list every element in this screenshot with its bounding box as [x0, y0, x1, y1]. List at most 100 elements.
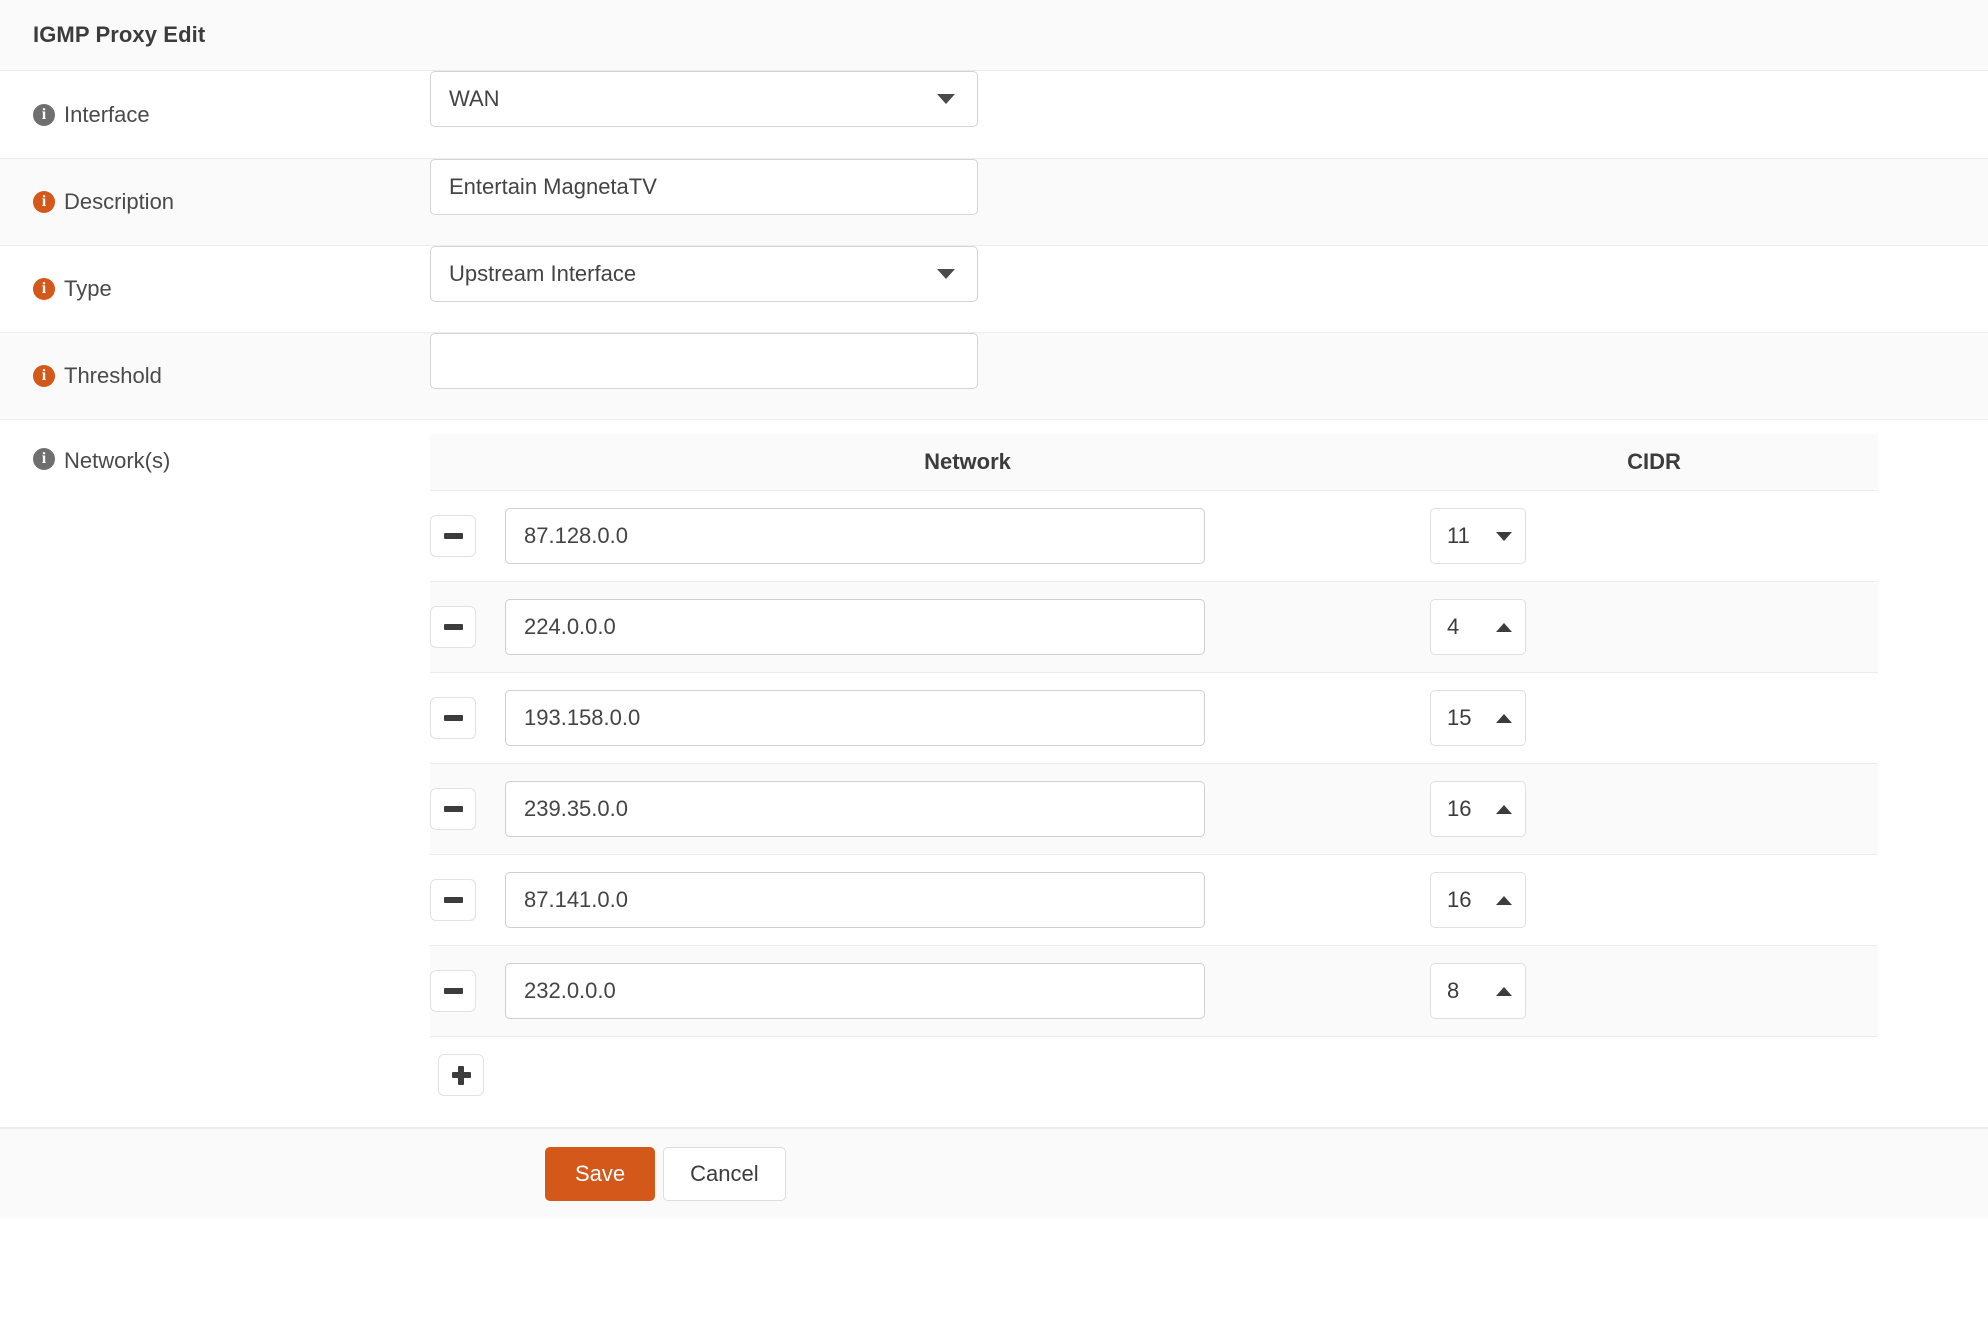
cell-cidr: 8 — [1430, 946, 1878, 1037]
info-icon-threshold[interactable]: i — [33, 365, 55, 387]
page-title: IGMP Proxy Edit — [33, 22, 205, 48]
minus-icon — [444, 533, 463, 539]
add-network-button[interactable] — [438, 1054, 484, 1096]
remove-network-button[interactable] — [430, 606, 476, 648]
column-header-action — [430, 434, 505, 491]
type-label: Type — [64, 276, 112, 302]
minus-icon — [444, 897, 463, 903]
cell-action — [430, 491, 505, 582]
column-header-network: Network — [505, 434, 1430, 491]
cell-cidr: 4 — [1430, 582, 1878, 673]
table-row: 239.35.0.0 16 — [430, 764, 1878, 855]
description-label-cell: i Description — [0, 159, 430, 245]
cell-action — [430, 673, 505, 764]
networks-table: Network CIDR 87.128.0.011224.0.0.04193.1… — [430, 434, 1878, 1037]
cidr-select[interactable]: 15 — [1430, 690, 1526, 746]
chevron-down-icon — [937, 269, 955, 279]
cell-action — [430, 582, 505, 673]
chevron-up-icon — [1496, 714, 1512, 723]
remove-network-button[interactable] — [430, 879, 476, 921]
cidr-select[interactable]: 16 — [1430, 872, 1526, 928]
interface-label-cell: i Interface — [0, 71, 430, 158]
minus-icon — [444, 624, 463, 630]
networks-field-cell: Network CIDR 87.128.0.011224.0.0.04193.1… — [430, 420, 1988, 1127]
network-input[interactable]: 239.35.0.0 — [505, 781, 1205, 837]
table-row: 87.141.0.0 16 — [430, 855, 1878, 946]
description-field-cell: Entertain MagnetaTV — [430, 159, 1988, 215]
minus-icon — [444, 715, 463, 721]
table-row: 193.158.0.0 15 — [430, 673, 1878, 764]
cidr-value: 16 — [1447, 796, 1471, 822]
chevron-up-icon — [1496, 896, 1512, 905]
cell-network: 232.0.0.0 — [505, 946, 1430, 1037]
cell-cidr: 16 — [1430, 855, 1878, 946]
info-icon-networks[interactable]: i — [33, 448, 55, 470]
cell-cidr: 16 — [1430, 764, 1878, 855]
cell-action — [430, 946, 505, 1037]
threshold-label-cell: i Threshold — [0, 333, 430, 419]
cidr-value: 11 — [1447, 523, 1470, 549]
description-input[interactable]: Entertain MagnetaTV — [430, 159, 978, 215]
type-select[interactable]: Upstream Interface — [430, 246, 978, 302]
save-button[interactable]: Save — [545, 1147, 655, 1201]
threshold-label: Threshold — [64, 363, 162, 389]
interface-label: Interface — [64, 102, 150, 128]
cell-network: 239.35.0.0 — [505, 764, 1430, 855]
form-row-networks: i Network(s) Network CIDR 87.128.0.01122… — [0, 420, 1988, 1128]
network-input[interactable]: 232.0.0.0 — [505, 963, 1205, 1019]
minus-icon — [444, 806, 463, 812]
network-input[interactable]: 87.141.0.0 — [505, 872, 1205, 928]
description-label: Description — [64, 189, 174, 215]
panel-header: IGMP Proxy Edit — [0, 0, 1988, 71]
form-footer: Save Cancel — [0, 1128, 1988, 1218]
info-glyph: i — [42, 281, 46, 297]
network-input[interactable]: 87.128.0.0 — [505, 508, 1205, 564]
interface-select[interactable]: WAN — [430, 71, 978, 127]
info-icon-type[interactable]: i — [33, 278, 55, 300]
cell-network: 87.128.0.0 — [505, 491, 1430, 582]
cancel-button[interactable]: Cancel — [663, 1147, 785, 1201]
remove-network-button[interactable] — [430, 970, 476, 1012]
remove-network-button[interactable] — [430, 697, 476, 739]
cell-cidr: 11 — [1430, 491, 1878, 582]
cell-cidr: 15 — [1430, 673, 1878, 764]
type-label-cell: i Type — [0, 246, 430, 332]
form-row-threshold: i Threshold — [0, 333, 1988, 420]
table-row: 224.0.0.0 4 — [430, 582, 1878, 673]
remove-network-button[interactable] — [430, 515, 476, 557]
form-row-description: i Description Entertain MagnetaTV — [0, 159, 1988, 246]
network-input[interactable]: 224.0.0.0 — [505, 599, 1205, 655]
threshold-input[interactable] — [430, 333, 978, 389]
cidr-select[interactable]: 11 — [1430, 508, 1526, 564]
cell-network: 87.141.0.0 — [505, 855, 1430, 946]
cidr-value: 8 — [1447, 978, 1459, 1004]
add-network-row — [430, 1037, 1988, 1113]
networks-label: Network(s) — [64, 448, 170, 474]
table-row: 87.128.0.0 11 — [430, 491, 1878, 582]
cidr-select[interactable]: 16 — [1430, 781, 1526, 837]
cell-action — [430, 855, 505, 946]
chevron-up-icon — [1496, 987, 1512, 996]
info-glyph: i — [42, 368, 46, 384]
minus-icon — [444, 988, 463, 994]
info-icon-interface[interactable]: i — [33, 104, 55, 126]
networks-table-body: 87.128.0.0 11 224.0.0.0 4 193.158.0.0 15 239.3… — [430, 491, 1878, 1037]
chevron-up-icon — [1496, 805, 1512, 814]
info-glyph: i — [42, 194, 46, 210]
table-row: 232.0.0.0 8 — [430, 946, 1878, 1037]
cell-network: 193.158.0.0 — [505, 673, 1430, 764]
plus-icon — [452, 1066, 471, 1085]
info-icon-description[interactable]: i — [33, 191, 55, 213]
cell-network: 224.0.0.0 — [505, 582, 1430, 673]
type-field-cell: Upstream Interface — [430, 246, 1988, 302]
remove-network-button[interactable] — [430, 788, 476, 830]
cidr-select[interactable]: 8 — [1430, 963, 1526, 1019]
network-input[interactable]: 193.158.0.0 — [505, 690, 1205, 746]
networks-label-cell: i Network(s) — [0, 420, 430, 474]
form-row-interface: i Interface WAN — [0, 71, 1988, 159]
interface-select-value: WAN — [449, 86, 500, 112]
cidr-value: 16 — [1447, 887, 1471, 913]
chevron-down-icon — [937, 94, 955, 104]
cidr-select[interactable]: 4 — [1430, 599, 1526, 655]
chevron-up-icon — [1496, 623, 1512, 632]
